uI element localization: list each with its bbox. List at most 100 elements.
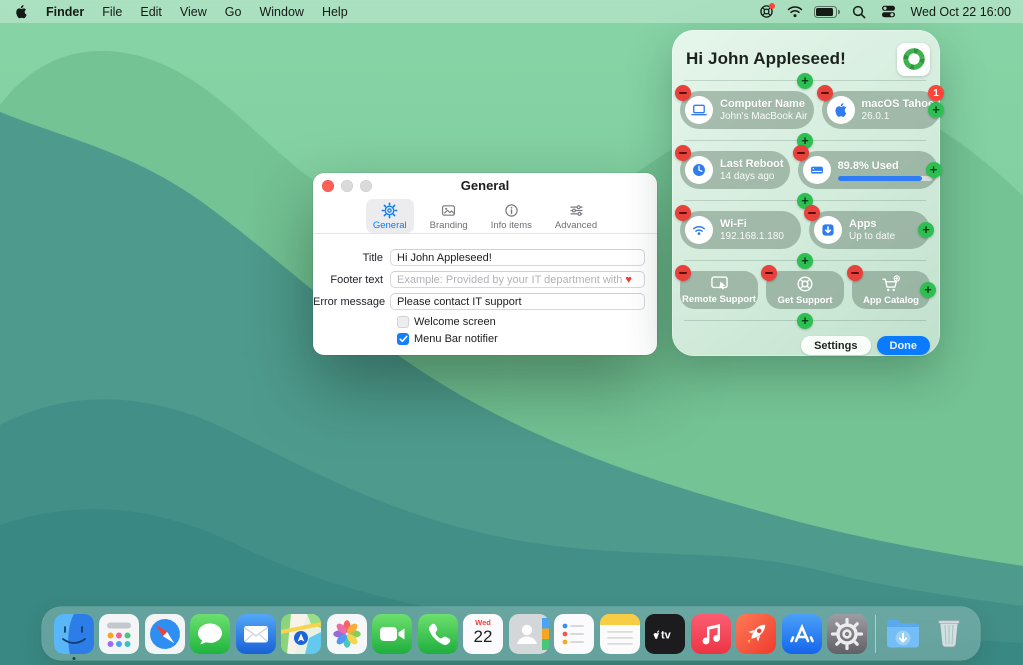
control-center-menubar-item[interactable] bbox=[877, 0, 899, 23]
tab-advanced[interactable]: Advanced bbox=[548, 199, 604, 233]
window-toolbar: General Branding Info items bbox=[313, 197, 657, 234]
tile-remote-support[interactable]: Remote Support bbox=[680, 271, 758, 309]
remove-item-button[interactable] bbox=[675, 205, 691, 221]
dock-divider bbox=[875, 615, 876, 653]
menu-view[interactable]: View bbox=[171, 0, 216, 23]
tab-label: Info items bbox=[491, 220, 532, 231]
tile-app-catalog[interactable]: App Catalog bbox=[852, 271, 930, 309]
button-tile-row: Remote Support Get Support bbox=[680, 271, 930, 309]
support-menubar-item[interactable] bbox=[755, 0, 777, 23]
menu-go[interactable]: Go bbox=[216, 0, 251, 23]
dock-notes-icon[interactable] bbox=[600, 614, 640, 654]
tile-last-reboot[interactable]: Last Reboot 14 days ago bbox=[680, 151, 790, 189]
life-ring-icon bbox=[902, 47, 926, 71]
tile-storage[interactable]: 89.8% Used + bbox=[798, 151, 938, 189]
window-titlebar[interactable]: General bbox=[313, 173, 657, 197]
dock-app-store-icon[interactable] bbox=[782, 614, 822, 654]
dock-apple-tv-icon[interactable]: tv bbox=[645, 614, 685, 654]
menu-bar-notifier-checkbox[interactable] bbox=[397, 333, 409, 345]
footer-field-label: Footer text bbox=[313, 274, 390, 286]
title-field-label: Title bbox=[313, 252, 390, 264]
tile-title: macOS Tahoe bbox=[862, 98, 935, 110]
remove-item-button[interactable] bbox=[675, 85, 691, 101]
done-button[interactable]: Done bbox=[877, 336, 931, 355]
tab-general[interactable]: General bbox=[366, 199, 414, 233]
tile-macos-version[interactable]: 1 macOS Tahoe 26.0.1 + bbox=[822, 91, 941, 129]
wifi-menubar-item[interactable] bbox=[784, 0, 806, 23]
remote-support-icon bbox=[710, 275, 729, 292]
dock-contacts-icon[interactable] bbox=[509, 614, 549, 654]
tile-title: Apps bbox=[849, 218, 895, 230]
dock-messages-icon[interactable] bbox=[190, 614, 230, 654]
add-item-button[interactable]: + bbox=[926, 162, 942, 178]
control-center-icon bbox=[881, 5, 896, 18]
menubar-app-name[interactable]: Finder bbox=[37, 0, 93, 23]
dock-maps-icon[interactable] bbox=[281, 614, 321, 654]
footer-field[interactable]: Example: Provided by your IT department … bbox=[390, 271, 645, 288]
dock-finder-icon[interactable] bbox=[54, 614, 94, 654]
dock-reminders-icon[interactable] bbox=[554, 614, 594, 654]
apple-menu[interactable] bbox=[0, 0, 37, 23]
sliders-icon bbox=[568, 202, 585, 219]
title-field[interactable]: Hi John Appleseed! bbox=[390, 249, 645, 266]
spotlight-menubar-item[interactable] bbox=[848, 0, 870, 23]
add-item-button[interactable]: + bbox=[928, 102, 944, 118]
clock-icon bbox=[685, 156, 713, 184]
tile-subtitle: Up to date bbox=[849, 231, 895, 242]
dock-downloads-folder-icon[interactable] bbox=[883, 614, 923, 654]
remove-item-button[interactable] bbox=[761, 265, 777, 281]
menubar-clock[interactable]: Wed Oct 22 16:00 bbox=[906, 5, 1011, 19]
panel-divider: + bbox=[684, 200, 926, 201]
dock-apps-launcher-icon[interactable] bbox=[99, 614, 139, 654]
drive-icon bbox=[803, 156, 831, 184]
add-item-button[interactable]: + bbox=[920, 282, 936, 298]
remove-item-button[interactable] bbox=[675, 145, 691, 161]
add-item-button[interactable]: + bbox=[918, 222, 934, 238]
welcome-screen-checkbox[interactable] bbox=[397, 316, 409, 328]
menu-help[interactable]: Help bbox=[313, 0, 357, 23]
settings-button[interactable]: Settings bbox=[801, 336, 870, 355]
tab-branding[interactable]: Branding bbox=[423, 199, 475, 233]
dock-music-icon[interactable] bbox=[691, 614, 731, 654]
dock-rocket-icon[interactable] bbox=[736, 614, 776, 654]
tab-info-items[interactable]: Info items bbox=[484, 199, 539, 233]
panel-divider: + bbox=[684, 260, 926, 261]
error-message-field[interactable]: Please contact IT support bbox=[390, 293, 645, 310]
dock-photos-icon[interactable] bbox=[327, 614, 367, 654]
tile-computer-name[interactable]: Computer Name John's MacBook Air bbox=[680, 91, 814, 129]
tile-wifi[interactable]: Wi-Fi 192.168.1.180 bbox=[680, 211, 801, 249]
desktop: Finder File Edit View Go Window Help bbox=[0, 0, 1023, 665]
tile-subtitle: 192.168.1.180 bbox=[720, 231, 784, 242]
add-item-button[interactable]: + bbox=[797, 253, 813, 269]
remove-item-button[interactable] bbox=[804, 205, 820, 221]
panel-divider: + bbox=[684, 80, 926, 81]
tile-get-support[interactable]: Get Support bbox=[766, 271, 844, 309]
gear-icon bbox=[381, 202, 398, 219]
tile-subtitle: 14 days ago bbox=[720, 171, 784, 182]
dock-calendar-icon[interactable]: Wed 22 bbox=[463, 614, 503, 654]
remove-item-button[interactable] bbox=[847, 265, 863, 281]
battery-menubar-item[interactable] bbox=[813, 0, 841, 23]
dock-trash-icon[interactable] bbox=[929, 614, 969, 654]
remove-item-button[interactable] bbox=[675, 265, 691, 281]
tab-label: General bbox=[373, 220, 407, 231]
dock-system-settings-icon[interactable] bbox=[827, 614, 867, 654]
add-item-button[interactable]: + bbox=[797, 313, 813, 329]
remove-item-button[interactable] bbox=[817, 85, 833, 101]
add-item-button[interactable]: + bbox=[797, 73, 813, 89]
error-field-label: Error message bbox=[313, 296, 390, 308]
dock-phone-icon[interactable] bbox=[418, 614, 458, 654]
menu-window[interactable]: Window bbox=[250, 0, 312, 23]
dock-mail-icon[interactable] bbox=[236, 614, 276, 654]
menu-edit[interactable]: Edit bbox=[131, 0, 171, 23]
tile-row-2: Last Reboot 14 days ago 89.8% Used + bbox=[680, 151, 930, 189]
menu-file[interactable]: File bbox=[93, 0, 131, 23]
cart-plus-icon bbox=[881, 275, 901, 293]
tile-row-1: Computer Name John's MacBook Air 1 macOS… bbox=[680, 91, 930, 129]
dock-facetime-icon[interactable] bbox=[372, 614, 412, 654]
battery-icon bbox=[814, 6, 840, 18]
remove-item-button[interactable] bbox=[793, 145, 809, 161]
tile-apps[interactable]: Apps Up to date + bbox=[809, 211, 930, 249]
dock-safari-icon[interactable] bbox=[145, 614, 185, 654]
life-ring-icon bbox=[796, 275, 814, 293]
